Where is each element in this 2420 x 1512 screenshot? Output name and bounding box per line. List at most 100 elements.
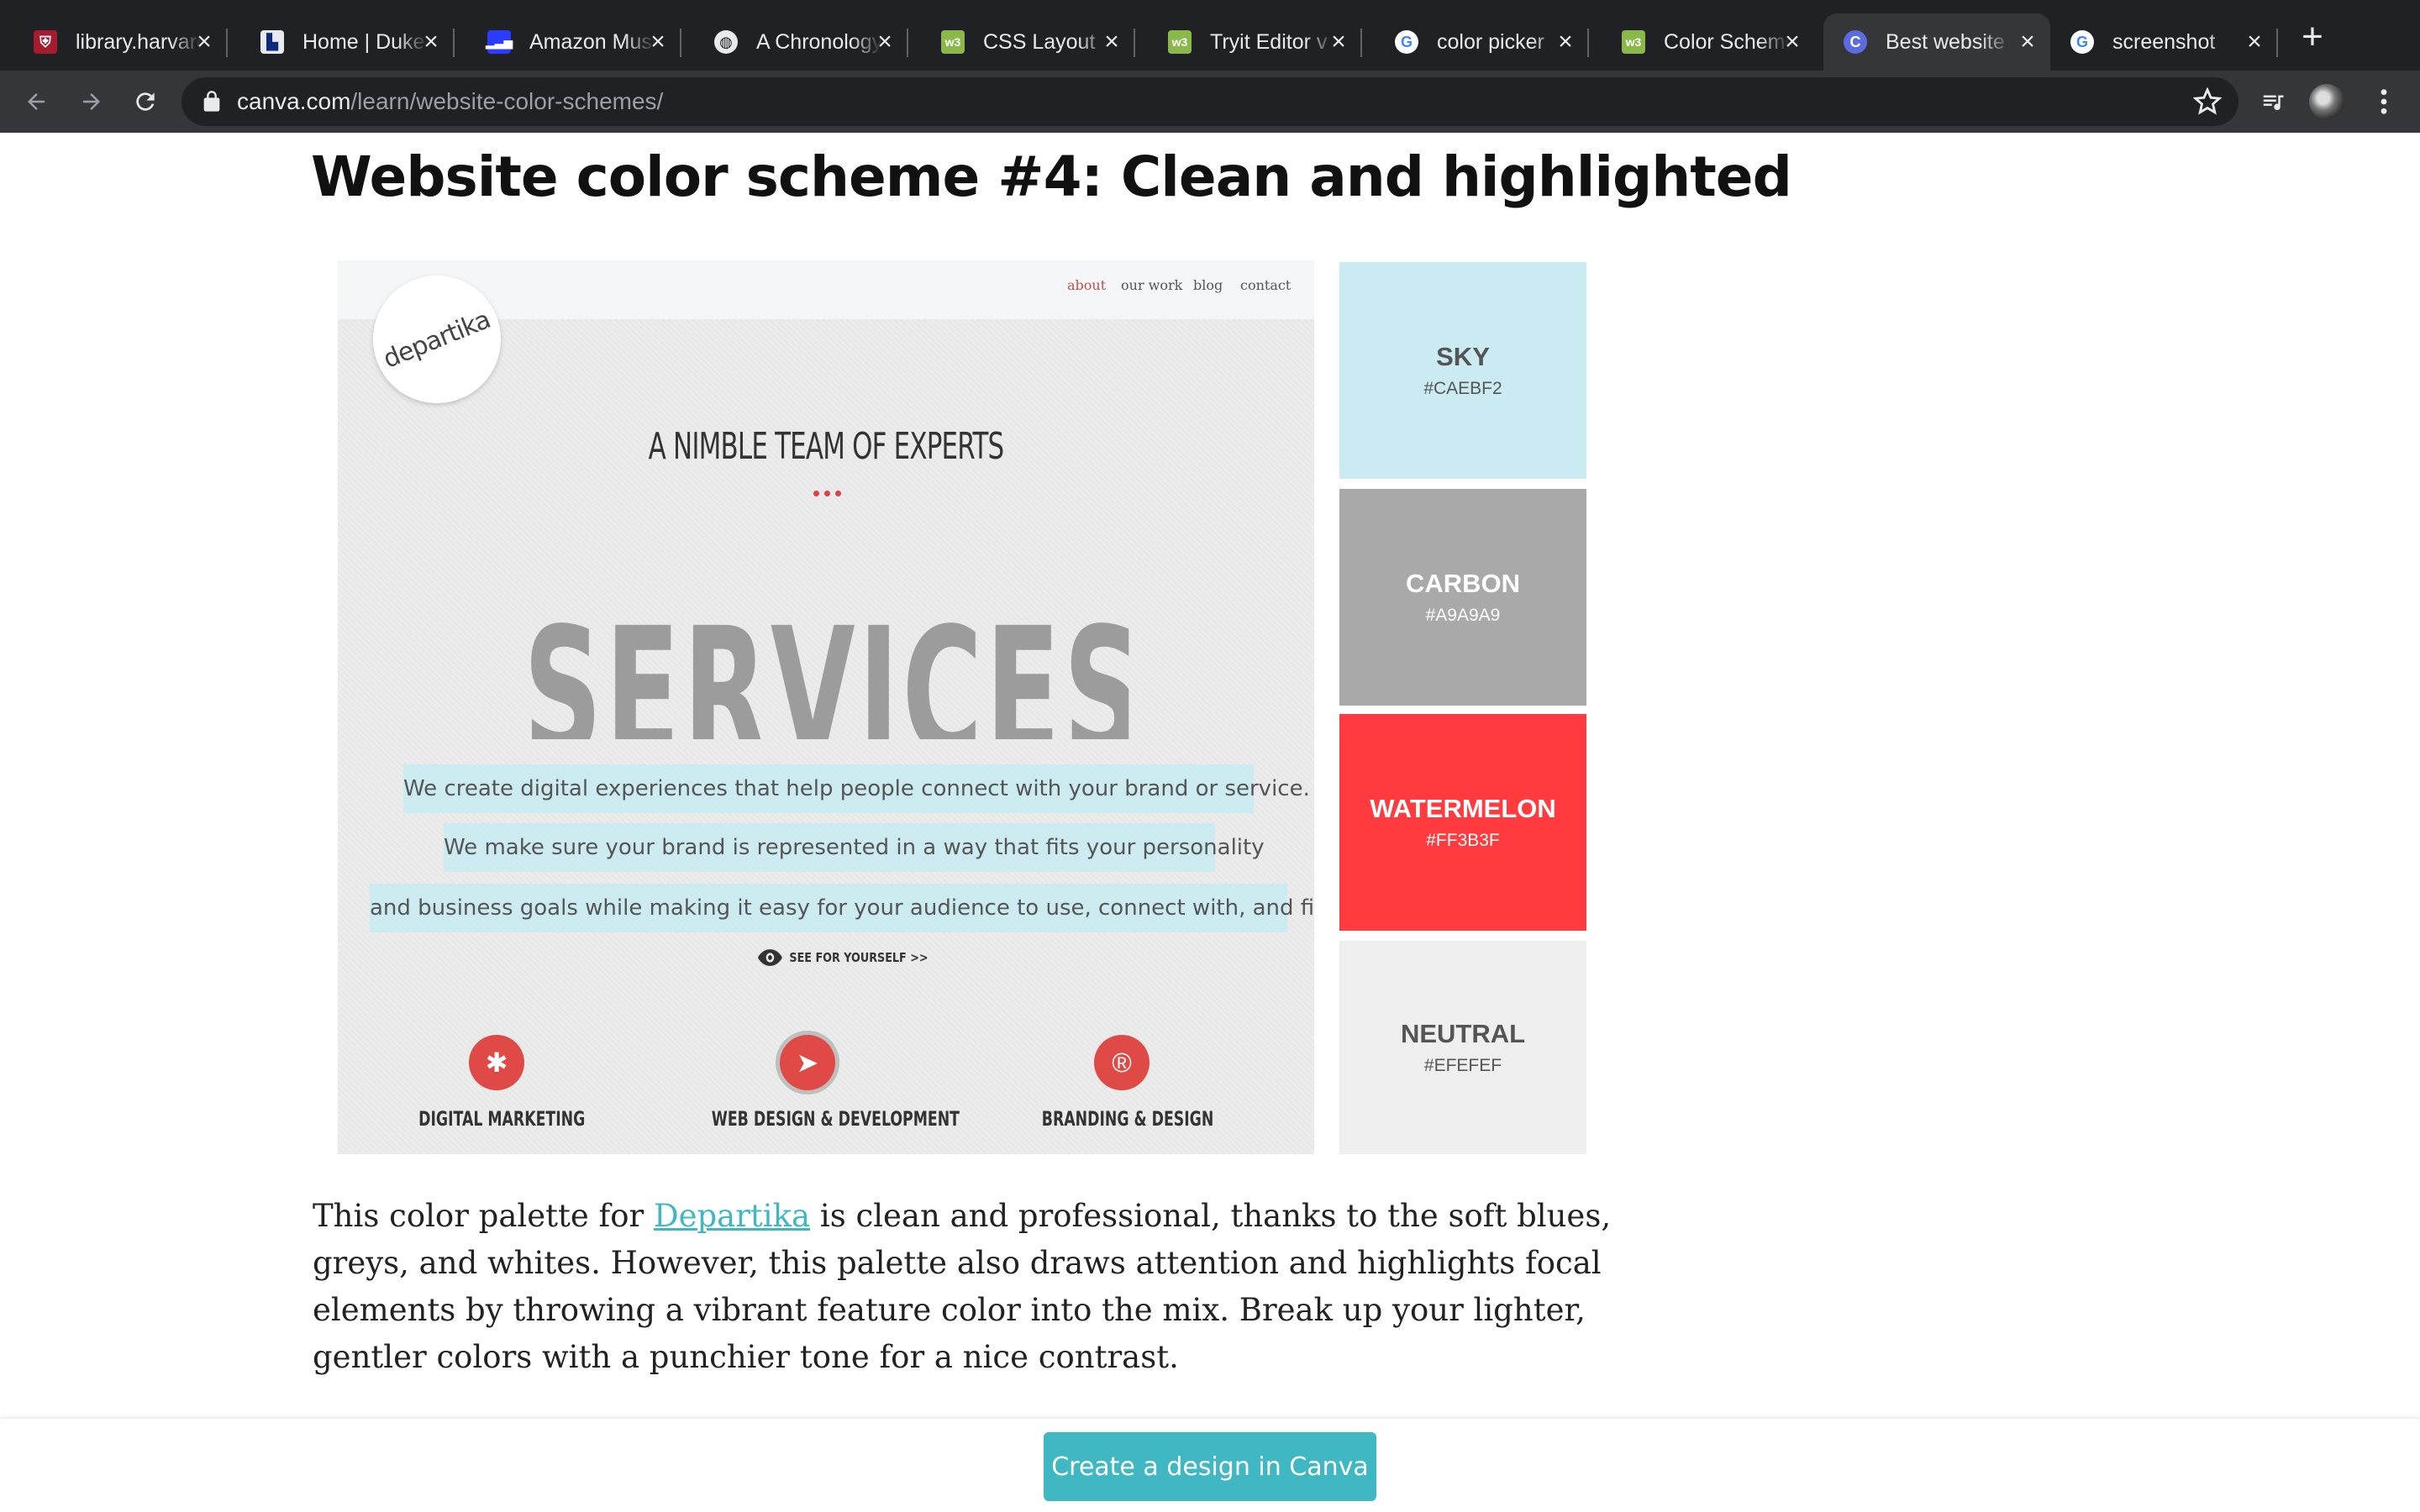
w3schools-icon: w3 (941, 30, 965, 54)
forward-button[interactable] (72, 82, 111, 121)
url-domain: canva.com (237, 88, 351, 114)
example-logo: departika (373, 276, 501, 403)
w3schools-icon: w3 (1622, 30, 1645, 54)
browser-tab-active[interactable]: C Best website × (1823, 13, 2050, 71)
lock-icon (203, 91, 220, 112)
canva-icon: C (1844, 30, 1867, 54)
snowflake-icon: ✱ (469, 1035, 524, 1090)
example-service-label: WEB DESIGN & DEVELOPMENT (711, 1107, 960, 1131)
cursor-icon: ➤ (780, 1035, 835, 1090)
url-text: canva.com/learn/website-color-schemes/ (237, 88, 663, 115)
paragraph-text: This color palette for (313, 1198, 654, 1234)
google-icon: G (2070, 30, 2094, 54)
sticky-cta-bar: Create a design in Canva (0, 1418, 2420, 1512)
close-tab-icon[interactable]: × (192, 28, 217, 55)
tab-title: Color Scheme (1664, 29, 1790, 54)
color-swatch-sky: SKY #CAEBF2 (1339, 262, 1586, 479)
media-control-button[interactable] (2254, 82, 2292, 121)
browser-tab[interactable]: ⛨ library.harvard × (0, 13, 228, 71)
example-line-2: We make sure your brand is represented i… (444, 823, 1265, 872)
close-tab-icon[interactable]: × (1326, 28, 1351, 55)
tab-title: CSS Layout (983, 29, 1096, 54)
tab-title: library.harvard (76, 29, 202, 54)
bookmark-star-icon[interactable] (2193, 87, 2222, 116)
browser-tab[interactable]: G color picker × (1361, 13, 1589, 71)
swatch-hex: #FF3B3F (1426, 831, 1500, 850)
color-swatch-carbon: CARBON #A9A9A9 (1339, 489, 1586, 706)
menu-button[interactable] (2365, 82, 2403, 121)
swatch-hex: #CAEBF2 (1423, 379, 1502, 398)
tab-title: A Chronology (756, 29, 882, 54)
example-services-word: SERVICES (523, 605, 1129, 739)
close-tab-icon[interactable]: × (2015, 28, 2040, 55)
example-logo-text: departika (379, 304, 495, 375)
swatch-name: CARBON (1405, 569, 1521, 598)
browser-tab[interactable]: ▙ Home | Duke × (227, 13, 455, 71)
globe-icon: ◍ (714, 30, 738, 54)
close-tab-icon[interactable]: × (872, 28, 897, 55)
reload-button[interactable] (126, 82, 165, 121)
browser-tab[interactable]: ◍ A Chronology × (681, 13, 908, 71)
example-nav-contact: contact (1240, 277, 1292, 293)
url-path: /learn/website-color-schemes/ (350, 88, 664, 114)
page-content: Website color scheme #4: Clean and highl… (0, 133, 2420, 1512)
back-button[interactable] (17, 82, 55, 121)
swatch-name: NEUTRAL (1400, 1019, 1526, 1048)
example-line-3: and business goals while making it easy … (370, 884, 1314, 932)
browser-tab[interactable]: w3 CSS Layout × (908, 13, 1135, 71)
tab-separator (2276, 29, 2278, 57)
browser-tab[interactable]: G screenshot × (2050, 13, 2278, 71)
close-tab-icon[interactable]: × (418, 28, 444, 55)
tab-title: Best website (1886, 29, 2005, 54)
w3schools-icon: w3 (1168, 30, 1192, 54)
color-swatch-watermelon: WATERMELON #FF3B3F (1339, 714, 1586, 931)
example-nav-our-work: our work (1121, 277, 1183, 293)
reload-icon (136, 92, 155, 111)
color-swatch-neutral: NEUTRAL #EFEFEF (1339, 941, 1586, 1154)
example-see-link: SEE FOR YOURSELF >> (758, 949, 929, 966)
back-arrow-icon (28, 93, 45, 110)
eye-icon (758, 949, 782, 966)
playlist-icon (2263, 95, 2284, 111)
amazon-music-icon: ▂▃▅ (486, 30, 513, 54)
swatch-name: WATERMELON (1370, 794, 1556, 823)
tab-title: Amazon Music (529, 29, 655, 54)
tab-title: color picker (1437, 29, 1544, 54)
close-tab-icon[interactable]: × (1780, 28, 1805, 55)
browser-toolbar: canva.com/learn/website-color-schemes/ (0, 71, 2420, 133)
tab-title: Tryit Editor v (1210, 29, 1328, 54)
example-tagline: A NIMBLE TEAM OF EXPERTS (648, 425, 1004, 468)
tab-title: Home | Duke (302, 29, 425, 54)
avatar (2309, 84, 2344, 119)
example-service-label: DIGITAL MARKETING (418, 1107, 586, 1131)
close-tab-icon[interactable]: × (645, 28, 671, 55)
duke-icon: ▙ (260, 30, 284, 54)
registered-icon: ® (1094, 1035, 1150, 1090)
close-tab-icon[interactable]: × (1553, 28, 1578, 55)
example-nav-blog: blog (1193, 277, 1223, 293)
example-service-label: BRANDING & DESIGN (1041, 1107, 1214, 1131)
harvard-shield-icon: ⛨ (34, 30, 57, 54)
example-nav-about: about (1067, 277, 1107, 293)
departika-link[interactable]: Departika (654, 1198, 810, 1234)
example-see-link-text: SEE FOR YOURSELF >> (789, 950, 929, 965)
google-icon: G (1395, 30, 1418, 54)
forward-arrow-icon (83, 93, 100, 110)
swatch-hex: #A9A9A9 (1425, 606, 1501, 625)
article-paragraph: This color palette for Departika is clea… (313, 1193, 1623, 1381)
section-heading: Website color scheme #4: Clean and highl… (311, 144, 1792, 209)
browser-tab[interactable]: ▂▃▅ Amazon Music × (454, 13, 681, 71)
example-line-1: We create digital experiences that help … (403, 764, 1310, 813)
swatch-name: SKY (1436, 342, 1490, 371)
address-bar[interactable]: canva.com/learn/website-color-schemes/ (182, 77, 2238, 126)
new-tab-button[interactable]: + (2296, 18, 2329, 55)
create-design-button[interactable]: Create a design in Canva (1044, 1432, 1376, 1501)
profile-button[interactable] (2307, 82, 2346, 121)
close-tab-icon[interactable]: × (1099, 28, 1124, 55)
browser-tab[interactable]: w3 Color Scheme × (1588, 13, 1815, 71)
close-tab-icon[interactable]: × (2242, 28, 2267, 55)
example-dots (813, 491, 841, 496)
tab-title: screenshot (2112, 29, 2216, 54)
browser-tab[interactable]: w3 Tryit Editor v × (1134, 13, 1362, 71)
tab-strip: ⛨ library.harvard × ▙ Home | Duke × ▂▃▅ … (0, 0, 2420, 71)
